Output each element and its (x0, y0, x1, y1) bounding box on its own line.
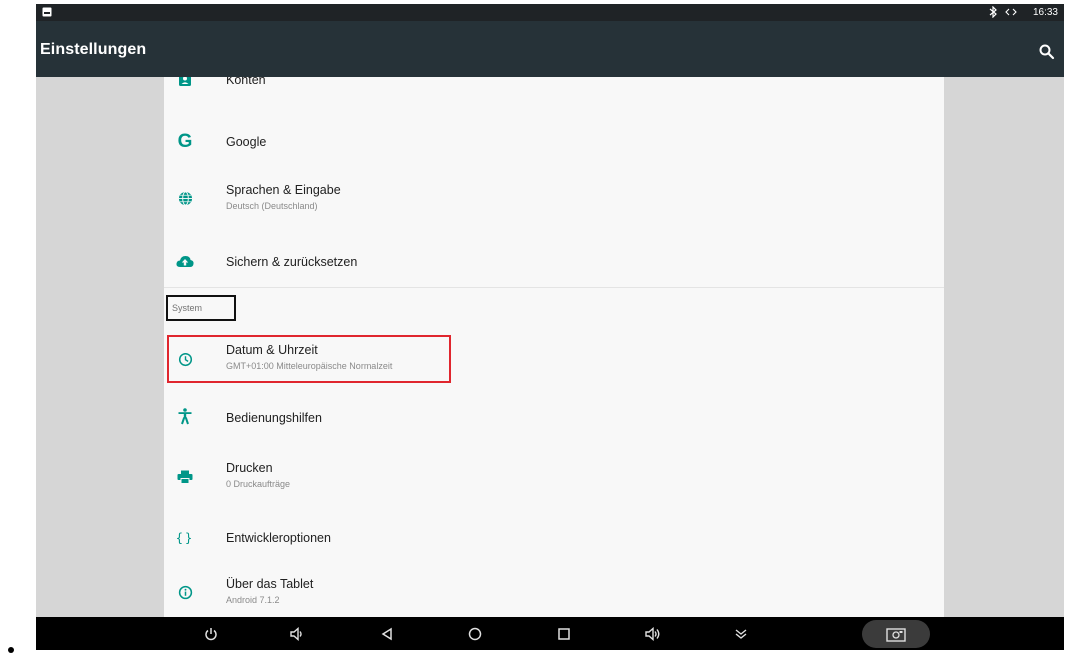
collapse-icon[interactable] (730, 623, 752, 645)
settings-item-title: Bedienungshilfen (226, 411, 322, 425)
printer-icon (174, 466, 196, 488)
volume-down-icon[interactable] (286, 623, 308, 645)
highlight-box-datum-uhrzeit (167, 335, 451, 383)
navigation-bar (36, 617, 1064, 650)
volume-up-icon[interactable] (642, 623, 664, 645)
settings-item-ueber-tablet[interactable]: Über das Tablet Android 7.1.2 (164, 567, 944, 621)
bluetooth-icon (989, 6, 997, 18)
settings-item-entwickleroptionen[interactable]: {} Entwickleroptionen (164, 513, 944, 563)
settings-item-subtitle: 0 Druckaufträge (226, 479, 291, 489)
google-icon: G (177, 131, 193, 152)
settings-item-title: Drucken (226, 461, 273, 475)
developer-braces-icon: {} (175, 531, 195, 545)
settings-item-sprachen[interactable]: Sprachen & Eingabe Deutsch (Deutschland) (164, 173, 944, 229)
settings-item-title: Über das Tablet (226, 577, 314, 591)
status-time: 16:33 (1032, 6, 1058, 18)
globe-icon (174, 187, 196, 209)
settings-item-konten[interactable]: Konten (164, 77, 944, 97)
image-notification-icon (42, 7, 52, 17)
status-bar: 16:33 (36, 4, 1064, 21)
info-icon (174, 581, 196, 603)
settings-item-google[interactable]: G Google (164, 117, 944, 167)
home-icon[interactable] (464, 623, 486, 645)
settings-item-title: Sprachen & Eingabe (226, 183, 341, 197)
cloud-upload-icon (174, 250, 196, 272)
settings-item-bedienungshilfen[interactable]: Bedienungshilfen (164, 391, 944, 441)
category-header-box: System (166, 295, 236, 321)
screenshot-icon[interactable] (885, 623, 907, 645)
account-icon (174, 77, 196, 91)
app-bar: Einstellungen (36, 21, 1064, 77)
back-icon[interactable] (376, 623, 398, 645)
settings-item-subtitle: Deutsch (Deutschland) (226, 201, 318, 211)
search-icon[interactable] (1038, 43, 1056, 61)
section-divider (164, 287, 944, 288)
settings-item-title: Google (226, 135, 267, 149)
settings-item-drucken[interactable]: Drucken 0 Druckaufträge (164, 449, 944, 505)
app-title: Einstellungen (40, 41, 147, 58)
settings-item-subtitle: Android 7.1.2 (226, 595, 280, 605)
recents-icon[interactable] (553, 623, 575, 645)
settings-list[interactable]: Konten G Google Sprachen & Eingabe Deuts… (164, 77, 944, 621)
category-header-system: System (172, 303, 203, 313)
data-transfer-icon (1005, 8, 1017, 16)
list-bullet (8, 647, 14, 653)
settings-item-sichern[interactable]: Sichern & zurücksetzen (164, 235, 944, 285)
accessibility-icon (174, 405, 196, 427)
settings-item-title: Sichern & zurücksetzen (226, 255, 358, 269)
settings-item-title: Konten (226, 77, 266, 87)
tablet-screen: 16:33 Einstellungen Konten G Google Spra… (36, 4, 1064, 650)
power-icon[interactable] (200, 623, 222, 645)
settings-item-title: Entwickleroptionen (226, 531, 331, 545)
